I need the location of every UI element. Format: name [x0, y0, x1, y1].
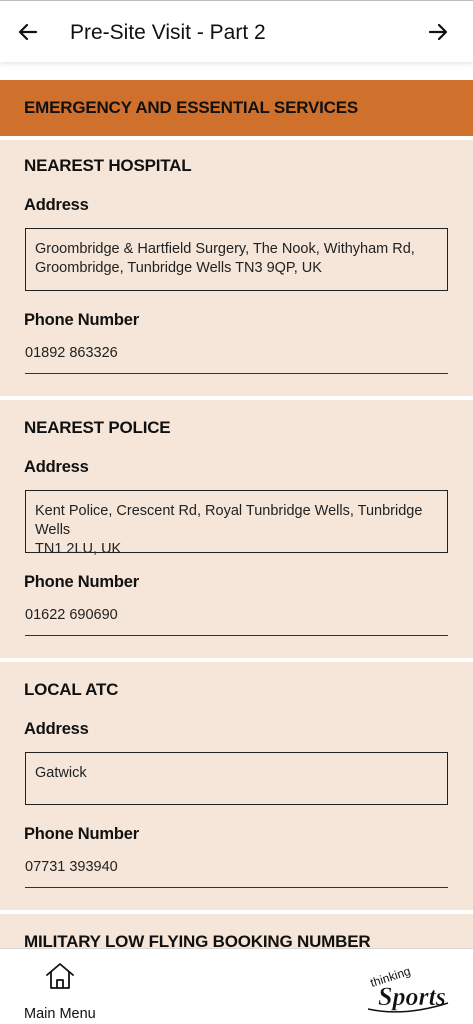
home-icon — [46, 963, 74, 989]
forward-button[interactable] — [424, 17, 452, 47]
atc-card: LOCAL ATC Address Gatwick Phone Number 0… — [0, 662, 473, 910]
bottom-bar: Main Menu thinking Sports — [0, 948, 473, 1024]
address-line: Groombridge & Hartfield Surgery, The Noo… — [35, 241, 415, 257]
address-line: Kent Police, Crescent Rd, Royal Tunbridg… — [35, 503, 423, 538]
thinking-sports-logo: thinking Sports — [367, 964, 449, 1013]
main-menu-label: Main Menu — [24, 1006, 96, 1022]
phone-label: Phone Number — [24, 825, 139, 843]
police-card: NEAREST POLICE Address Kent Police, Cres… — [0, 400, 473, 658]
hospital-address-field[interactable]: Groombridge & Hartfield Surgery, The Noo… — [25, 228, 448, 291]
card-title: MILITARY LOW FLYING BOOKING NUMBER — [24, 932, 371, 948]
card-title: NEAREST HOSPITAL — [24, 156, 192, 175]
address-line: Gatwick — [35, 765, 87, 781]
back-button[interactable] — [14, 17, 42, 47]
hospital-card: NEAREST HOSPITAL Address Groombridge & H… — [0, 140, 473, 396]
card-title: LOCAL ATC — [24, 680, 119, 699]
address-label: Address — [24, 196, 89, 214]
address-line: Groombridge, Tunbridge Wells TN3 9QP, UK — [35, 260, 322, 276]
arrow-left-icon — [18, 23, 38, 41]
phone-label: Phone Number — [24, 573, 139, 591]
input-underline — [25, 887, 448, 888]
input-underline — [25, 373, 448, 374]
address-label: Address — [24, 720, 89, 738]
address-label: Address — [24, 458, 89, 476]
section-header: EMERGENCY AND ESSENTIAL SERVICES — [0, 80, 473, 136]
page-title: Pre-Site Visit - Part 2 — [70, 21, 266, 44]
hospital-phone-field[interactable]: 01892 863326 — [25, 345, 118, 361]
military-card: MILITARY LOW FLYING BOOKING NUMBER — [0, 914, 473, 948]
phone-label: Phone Number — [24, 311, 139, 329]
atc-address-field[interactable]: Gatwick — [25, 752, 448, 805]
police-address-field[interactable]: Kent Police, Crescent Rd, Royal Tunbridg… — [25, 490, 448, 557]
police-phone-field[interactable]: 01622 690690 — [25, 607, 118, 623]
arrow-right-icon — [428, 23, 448, 41]
app-screen: Pre-Site Visit - Part 2 EMERGENCY AND ES… — [0, 0, 473, 1024]
top-app-bar: Pre-Site Visit - Part 2 — [0, 0, 473, 62]
card-title: NEAREST POLICE — [24, 418, 171, 437]
form-content[interactable]: EMERGENCY AND ESSENTIAL SERVICES NEAREST… — [0, 62, 473, 948]
address-line: TN1 2LU, UK — [35, 541, 122, 557]
atc-phone-field[interactable]: 07731 393940 — [25, 859, 118, 875]
main-menu-button[interactable]: Main Menu — [18, 959, 102, 1022]
input-underline — [25, 635, 448, 636]
